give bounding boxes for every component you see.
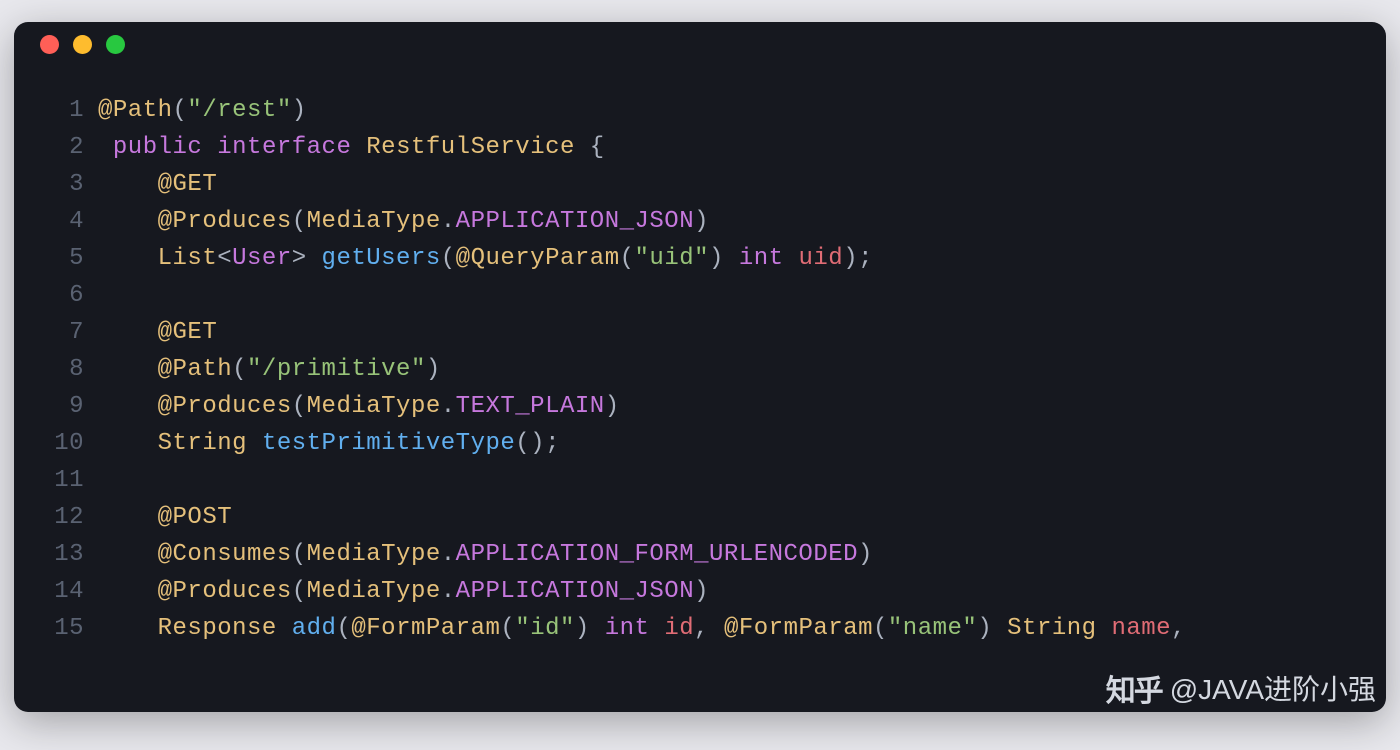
code-line[interactable]: 13 @Consumes(MediaType.APPLICATION_FORM_… xyxy=(14,536,1386,573)
code-content[interactable]: @GET xyxy=(98,166,217,203)
code-content[interactable]: Response add(@FormParam("id") int id, @F… xyxy=(98,610,1186,647)
line-number: 10 xyxy=(14,425,98,462)
code-line[interactable]: 3 @GET xyxy=(14,166,1386,203)
code-content[interactable]: @POST xyxy=(98,499,232,536)
code-content[interactable]: @GET xyxy=(98,314,217,351)
maximize-icon[interactable] xyxy=(106,35,125,54)
line-number: 4 xyxy=(14,203,98,240)
code-line[interactable]: 7 @GET xyxy=(14,314,1386,351)
code-line[interactable]: 4 @Produces(MediaType.APPLICATION_JSON) xyxy=(14,203,1386,240)
line-number: 12 xyxy=(14,499,98,536)
code-line[interactable]: 15 Response add(@FormParam("id") int id,… xyxy=(14,610,1386,647)
code-line[interactable]: 9 @Produces(MediaType.TEXT_PLAIN) xyxy=(14,388,1386,425)
code-line[interactable]: 2 public interface RestfulService { xyxy=(14,129,1386,166)
window-titlebar xyxy=(14,22,1386,66)
code-line[interactable]: 6 xyxy=(14,277,1386,314)
line-number: 8 xyxy=(14,351,98,388)
line-number: 2 xyxy=(14,129,98,166)
code-content[interactable]: List<User> getUsers(@QueryParam("uid") i… xyxy=(98,240,873,277)
code-content[interactable]: @Consumes(MediaType.APPLICATION_FORM_URL… xyxy=(98,536,873,573)
code-editor[interactable]: 1@Path("/rest")2 public interface Restfu… xyxy=(14,66,1386,647)
code-content[interactable]: @Produces(MediaType.APPLICATION_JSON) xyxy=(98,203,709,240)
line-number: 5 xyxy=(14,240,98,277)
code-line[interactable]: 10 String testPrimitiveType(); xyxy=(14,425,1386,462)
code-line[interactable]: 11 xyxy=(14,462,1386,499)
code-line[interactable]: 5 List<User> getUsers(@QueryParam("uid")… xyxy=(14,240,1386,277)
code-line[interactable]: 14 @Produces(MediaType.APPLICATION_JSON) xyxy=(14,573,1386,610)
code-content[interactable]: @Path("/rest") xyxy=(98,92,307,129)
line-number: 11 xyxy=(14,462,98,499)
code-content[interactable]: public interface RestfulService { xyxy=(98,129,605,166)
code-content[interactable]: @Path("/primitive") xyxy=(98,351,441,388)
line-number: 14 xyxy=(14,573,98,610)
code-content[interactable]: @Produces(MediaType.APPLICATION_JSON) xyxy=(98,573,709,610)
code-line[interactable]: 12 @POST xyxy=(14,499,1386,536)
line-number: 13 xyxy=(14,536,98,573)
close-icon[interactable] xyxy=(40,35,59,54)
line-number: 3 xyxy=(14,166,98,203)
line-number: 6 xyxy=(14,277,98,314)
code-content[interactable]: @Produces(MediaType.TEXT_PLAIN) xyxy=(98,388,620,425)
code-line[interactable]: 8 @Path("/primitive") xyxy=(14,351,1386,388)
code-window: 1@Path("/rest")2 public interface Restfu… xyxy=(14,22,1386,712)
code-line[interactable]: 1@Path("/rest") xyxy=(14,92,1386,129)
code-content[interactable]: String testPrimitiveType(); xyxy=(98,425,560,462)
line-number: 9 xyxy=(14,388,98,425)
line-number: 7 xyxy=(14,314,98,351)
line-number: 15 xyxy=(14,610,98,647)
line-number: 1 xyxy=(14,92,98,129)
minimize-icon[interactable] xyxy=(73,35,92,54)
